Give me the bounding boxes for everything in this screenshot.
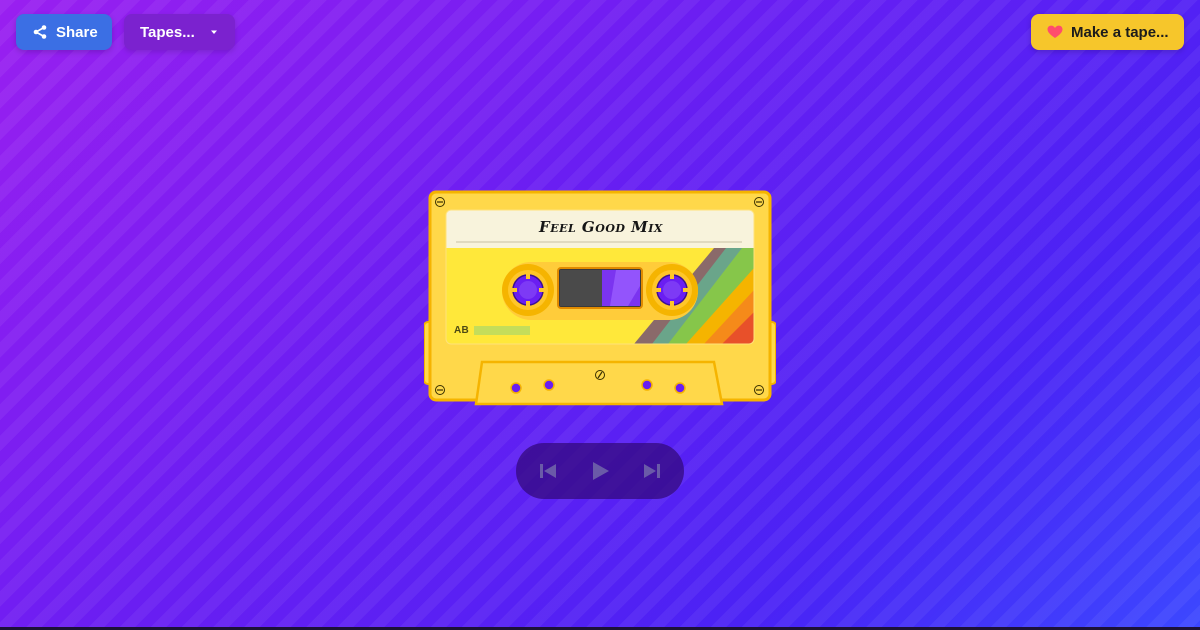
tapes-dropdown-button[interactable]: Tapes... bbox=[124, 14, 235, 50]
tape-title: Feel Good Mix bbox=[539, 218, 663, 236]
share-icon bbox=[32, 24, 48, 40]
caret-down-icon bbox=[209, 27, 219, 37]
tapes-button-label: Tapes... bbox=[140, 23, 195, 41]
make-tape-button[interactable]: Make a tape... bbox=[1031, 14, 1184, 50]
previous-button[interactable] bbox=[535, 458, 561, 484]
play-button[interactable] bbox=[587, 458, 613, 484]
share-button-label: Share bbox=[56, 23, 98, 41]
tape-side-label: AB bbox=[454, 325, 470, 336]
next-button[interactable] bbox=[639, 458, 665, 484]
player-controls bbox=[516, 443, 684, 499]
make-tape-button-label: Make a tape... bbox=[1071, 23, 1169, 41]
share-button[interactable]: Share bbox=[16, 14, 112, 50]
heart-icon bbox=[1047, 25, 1063, 39]
play-icon bbox=[590, 461, 610, 481]
skip-previous-icon bbox=[538, 462, 558, 480]
skip-next-icon bbox=[642, 462, 662, 480]
